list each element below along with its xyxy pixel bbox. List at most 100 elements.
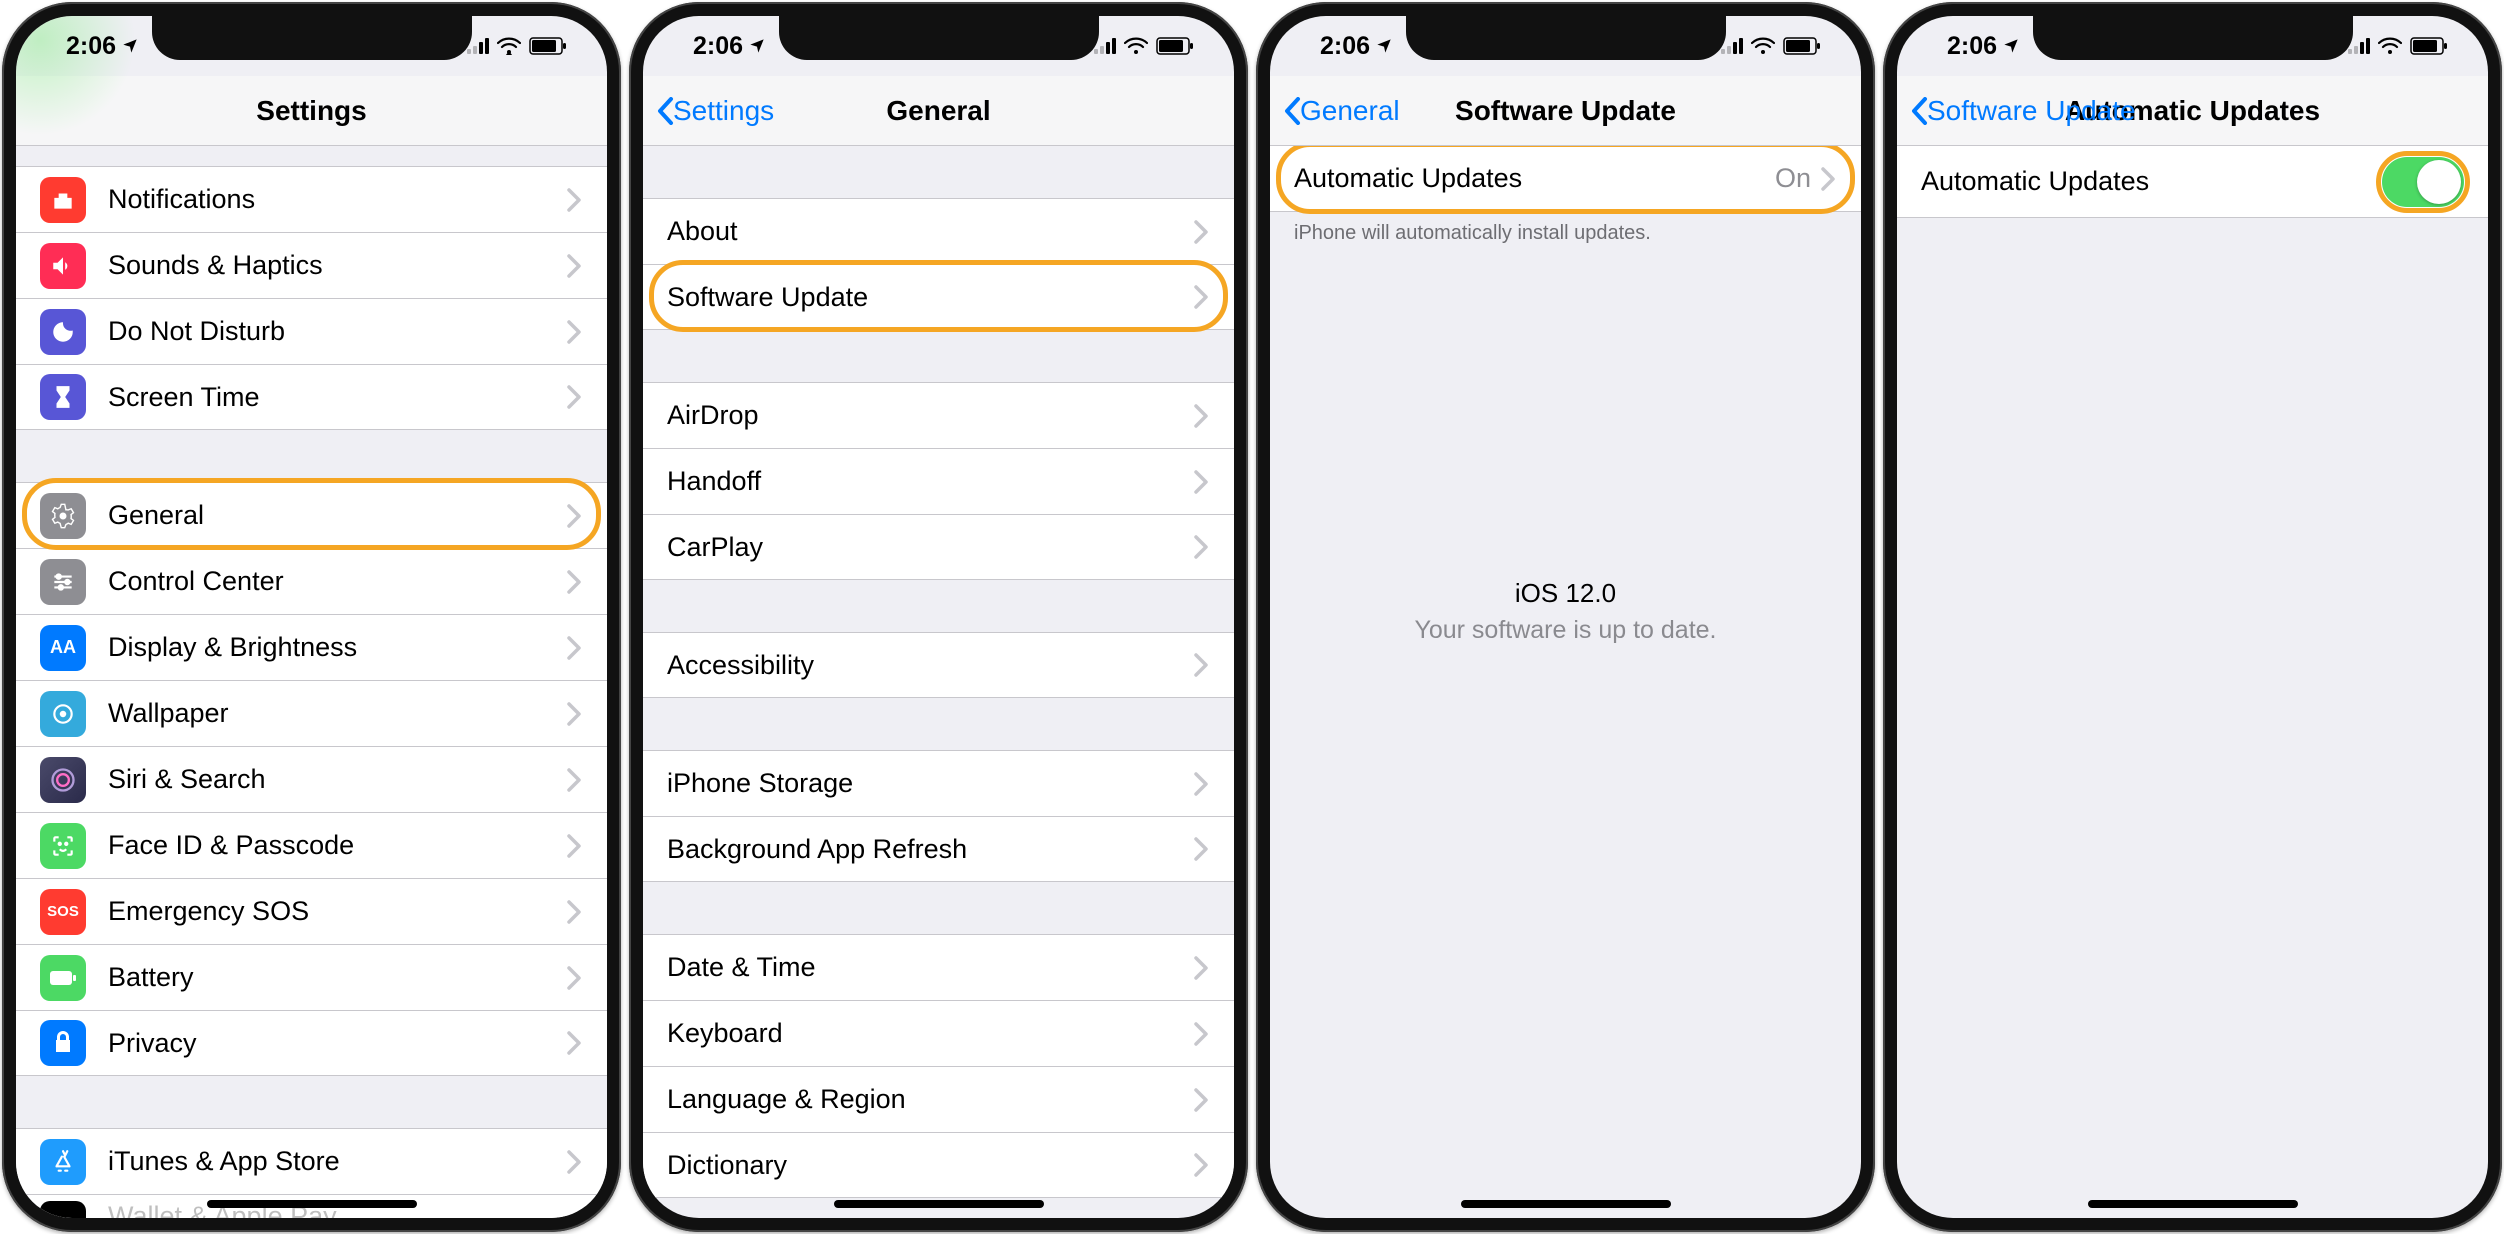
row-label: Battery [108, 962, 567, 993]
update-message: Your software is up to date. [1270, 612, 1861, 648]
chevron-right-icon [567, 504, 583, 528]
row-faceid[interactable]: Face ID & Passcode [16, 812, 607, 878]
row-label: Automatic Updates [1294, 163, 1775, 194]
navbar-title: Software Update [1455, 95, 1676, 127]
chevron-right-icon [567, 188, 583, 212]
chevron-right-icon [567, 702, 583, 726]
row-sos[interactable]: SOS Emergency SOS [16, 878, 607, 944]
row-itunes[interactable]: iTunes & App Store [16, 1128, 607, 1194]
status-time: 2:06 [66, 32, 116, 61]
screentime-icon [40, 374, 86, 420]
home-indicator[interactable] [834, 1200, 1044, 1208]
chevron-right-icon [1194, 772, 1210, 796]
row-handoff[interactable]: Handoff [643, 448, 1234, 514]
battery-icon [1783, 37, 1821, 55]
faceid-icon [40, 823, 86, 869]
row-label: Emergency SOS [108, 896, 567, 927]
row-refresh[interactable]: Background App Refresh [643, 816, 1234, 882]
row-controlcenter[interactable]: Control Center [16, 548, 607, 614]
row-display[interactable]: AA Display & Brightness [16, 614, 607, 680]
chevron-right-icon [1194, 956, 1210, 980]
row-label: Control Center [108, 566, 567, 597]
row-label: Display & Brightness [108, 632, 567, 663]
wifi-icon [2378, 37, 2402, 55]
back-button[interactable]: General [1284, 95, 1400, 127]
row-sounds[interactable]: Sounds & Haptics [16, 232, 607, 298]
chevron-right-icon [567, 1031, 583, 1055]
chevron-right-icon [1194, 285, 1210, 309]
ios-version: iOS 12.0 [1270, 575, 1861, 613]
row-accessibility[interactable]: Accessibility [643, 632, 1234, 698]
row-automatic-updates[interactable]: Automatic Updates On [1270, 146, 1861, 212]
row-software-update[interactable]: Software Update [643, 264, 1234, 330]
row-language[interactable]: Language & Region [643, 1066, 1234, 1132]
chevron-right-icon [1194, 535, 1210, 559]
row-label: Notifications [108, 184, 567, 215]
row-label: Screen Time [108, 382, 567, 413]
appstore-icon [40, 1139, 86, 1185]
row-screentime[interactable]: Screen Time [16, 364, 607, 430]
back-button[interactable]: Software Update [1911, 95, 2136, 127]
row-label: Dictionary [667, 1150, 1194, 1181]
row-siri[interactable]: Siri & Search [16, 746, 607, 812]
phone-3: 2:06 General Software Update Automat [1256, 2, 1875, 1232]
toggle-switch[interactable] [2382, 157, 2464, 207]
row-label: CarPlay [667, 532, 1194, 563]
navbar-title: Settings [256, 95, 366, 127]
row-label: Date & Time [667, 952, 1194, 983]
dnd-icon [40, 309, 86, 355]
phone-2: 2:06 Settings General About [629, 2, 1248, 1232]
chevron-right-icon [567, 320, 583, 344]
row-label: About [667, 216, 1194, 247]
row-automatic-updates-toggle[interactable]: Automatic Updates [1897, 146, 2488, 218]
location-icon [1376, 38, 1392, 54]
notch [152, 16, 472, 60]
wallpaper-icon [40, 691, 86, 737]
chevron-right-icon [567, 900, 583, 924]
home-indicator[interactable] [2088, 1200, 2298, 1208]
battery-icon [2410, 37, 2448, 55]
chevron-right-icon [567, 385, 583, 409]
location-icon [2003, 38, 2019, 54]
phone-1: 2:06 Settings [2, 2, 621, 1232]
navbar: Software Update Automatic Updates [1897, 76, 2488, 146]
cellular-signal-icon [1094, 38, 1116, 54]
controlcenter-icon [40, 559, 86, 605]
row-storage[interactable]: iPhone Storage [643, 750, 1234, 816]
phone-4: 2:06 Software Update Automatic Updates A… [1883, 2, 2502, 1232]
display-icon: AA [40, 625, 86, 671]
location-icon [749, 38, 765, 54]
row-label: Privacy [108, 1028, 567, 1059]
row-wallpaper[interactable]: Wallpaper [16, 680, 607, 746]
back-button[interactable]: Settings [657, 95, 774, 127]
row-dnd[interactable]: Do Not Disturb [16, 298, 607, 364]
row-datetime[interactable]: Date & Time [643, 934, 1234, 1000]
row-privacy[interactable]: Privacy [16, 1010, 607, 1076]
home-indicator[interactable] [207, 1200, 417, 1208]
status-time: 2:06 [693, 32, 743, 61]
row-about[interactable]: About [643, 198, 1234, 264]
row-label: Wallpaper [108, 698, 567, 729]
row-battery[interactable]: Battery [16, 944, 607, 1010]
row-notifications[interactable]: Notifications [16, 166, 607, 232]
home-indicator[interactable] [1461, 1200, 1671, 1208]
row-carplay[interactable]: CarPlay [643, 514, 1234, 580]
chevron-right-icon [1194, 837, 1210, 861]
row-label: Do Not Disturb [108, 316, 567, 347]
row-airdrop[interactable]: AirDrop [643, 382, 1234, 448]
cellular-signal-icon [467, 38, 489, 54]
row-general[interactable]: General [16, 482, 607, 548]
chevron-right-icon [567, 966, 583, 990]
chevron-right-icon [567, 636, 583, 660]
wallet-icon [40, 1201, 86, 1218]
row-label: Siri & Search [108, 764, 567, 795]
chevron-right-icon [1194, 220, 1210, 244]
chevron-right-icon [567, 254, 583, 278]
notch [1406, 16, 1726, 60]
navbar: General Software Update [1270, 76, 1861, 146]
privacy-icon [40, 1020, 86, 1066]
battery-row-icon [40, 955, 86, 1001]
row-keyboard[interactable]: Keyboard [643, 1000, 1234, 1066]
row-dictionary[interactable]: Dictionary [643, 1132, 1234, 1198]
chevron-right-icon [1194, 470, 1210, 494]
